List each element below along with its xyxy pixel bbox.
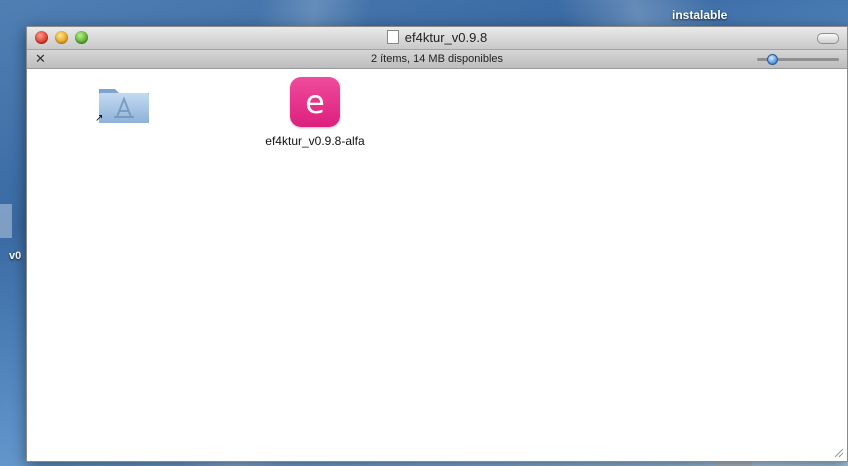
finder-window: ef4ktur_v0.9.8 ✕ 2 ítems, 14 MB disponib…	[26, 26, 848, 462]
desktop-icon-label[interactable]: instalable	[672, 8, 727, 22]
desktop-partial-label: v0	[9, 250, 22, 262]
resize-grip-icon[interactable]	[834, 448, 844, 458]
status-bar: ✕ 2 ítems, 14 MB disponibles	[27, 50, 847, 69]
slider-knob[interactable]	[767, 54, 778, 65]
icon-size-slider[interactable]	[757, 54, 839, 65]
window-title: ef4ktur_v0.9.8	[404, 30, 488, 45]
app-file-item[interactable]: e ef4ktur_v0.9.8-alfa	[255, 77, 375, 148]
desktop-partial-item	[0, 204, 12, 238]
window-content: ↗ e ef4ktur_v0.9.8-alfa	[27, 69, 847, 461]
status-text: 2 ítems, 14 MB disponibles	[370, 53, 504, 65]
applications-folder-alias[interactable]: ↗	[95, 81, 151, 125]
alias-arrow-icon: ↗	[95, 113, 104, 124]
title-bar[interactable]: ef4ktur_v0.9.8	[27, 27, 847, 50]
file-name-label: ef4ktur_v0.9.8-alfa	[265, 134, 365, 148]
app-e-icon: e	[290, 77, 340, 127]
document-icon	[386, 30, 399, 44]
toolbar-toggle-button[interactable]	[817, 33, 839, 44]
applications-folder-alias-icon	[99, 89, 149, 123]
window-title-area: ef4ktur_v0.9.8	[27, 30, 847, 45]
